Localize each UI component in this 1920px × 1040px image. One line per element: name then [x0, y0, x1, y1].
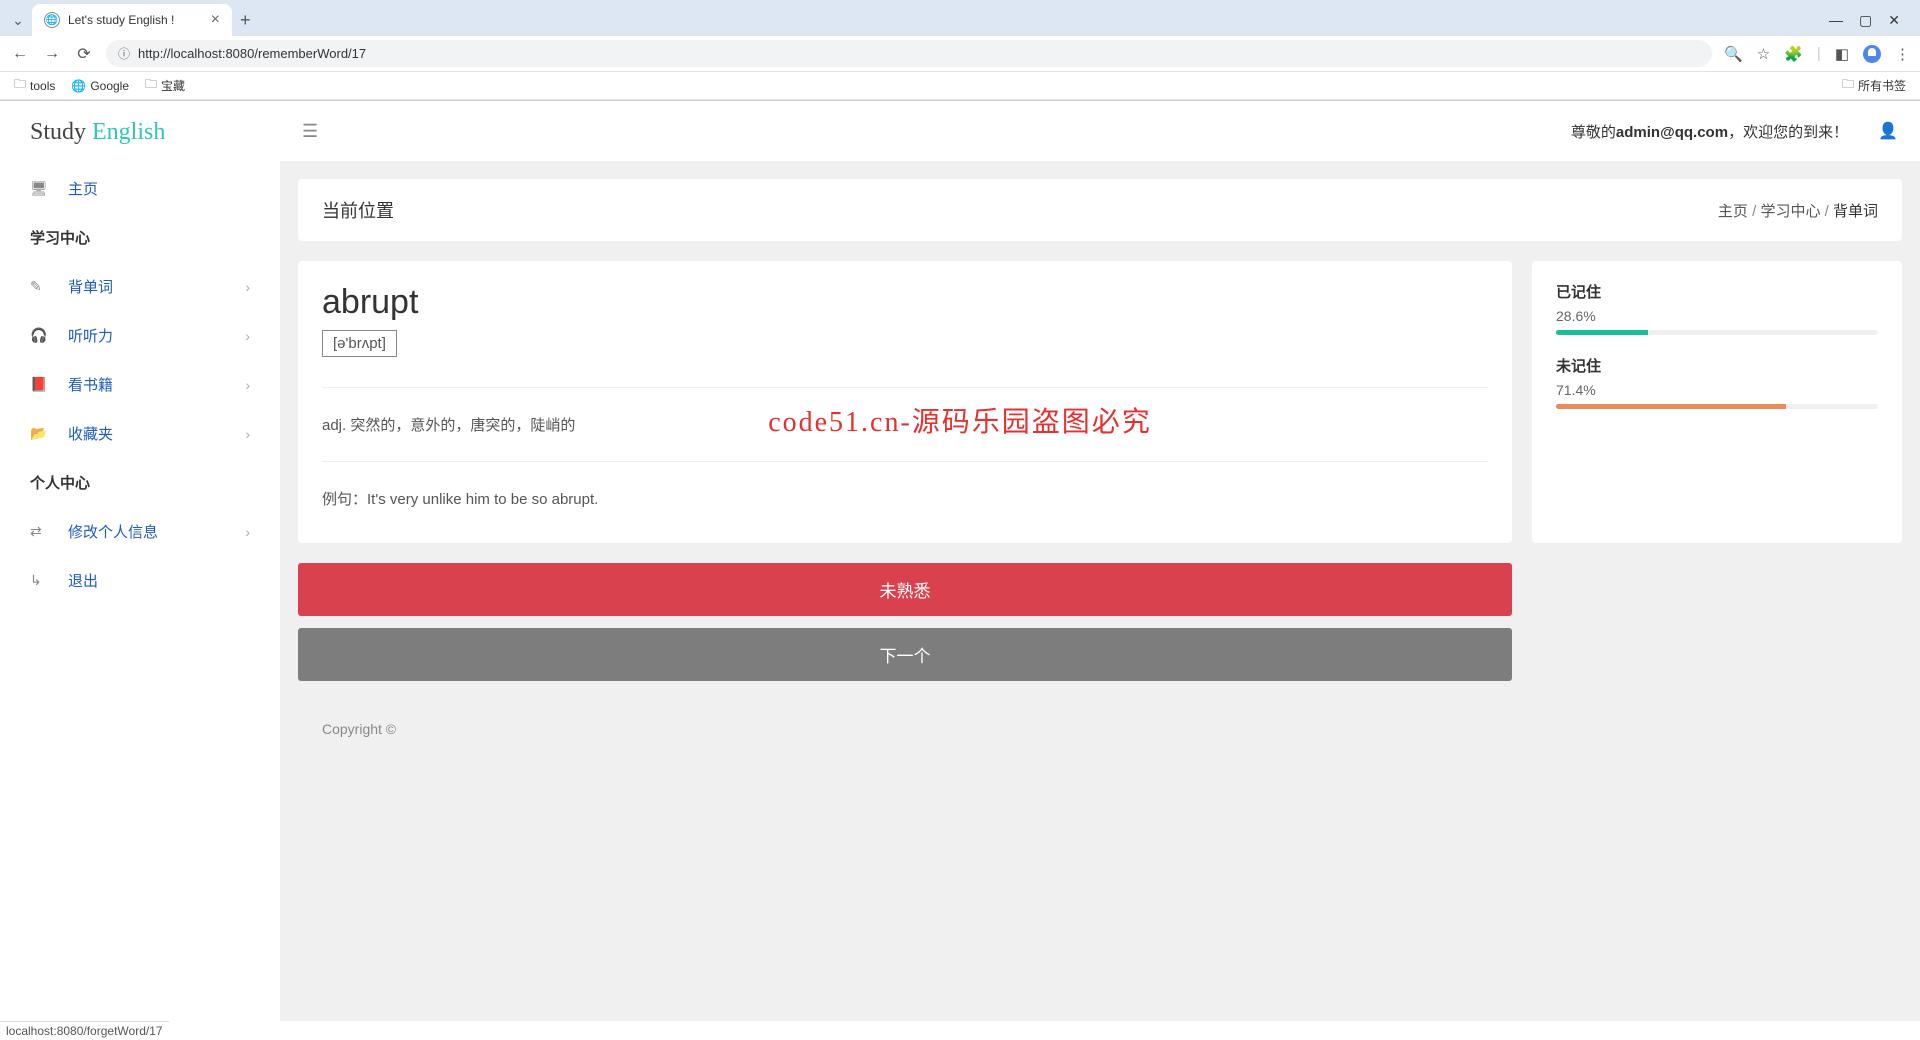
tab-dropdown-icon[interactable]: ⌄: [8, 10, 28, 30]
logo: Study English: [0, 119, 280, 164]
maximize-icon[interactable]: ▢: [1859, 12, 1872, 29]
app-root: Study English 🖥 主页 学习中心 ✎ 背单词 › 🎧 听听力 › …: [0, 101, 1920, 1021]
topbar: ☰ 尊敬的admin@qq.com，欢迎您的到来！ 👤: [280, 101, 1920, 161]
globe-icon: 🌐: [71, 79, 86, 93]
new-tab-button[interactable]: +: [240, 10, 251, 31]
window-controls: — ▢ ✕: [1829, 12, 1912, 29]
divider-icon: |: [1817, 45, 1821, 62]
next-button[interactable]: 下一个: [298, 628, 1512, 681]
word-title: abrupt: [322, 283, 1488, 322]
stat-value: 28.6%: [1556, 308, 1878, 324]
status-bar: localhost:8080/forgetWord/17: [0, 1021, 169, 1040]
chevron-right-icon: ›: [245, 426, 250, 442]
globe-icon: 🌐: [44, 12, 60, 28]
laptop-icon: 🖥: [30, 180, 48, 197]
sidebar-item-logout[interactable]: ↳ 退出: [0, 556, 280, 605]
chevron-right-icon: ›: [245, 524, 250, 540]
breadcrumb-card: 当前位置 主页 / 学习中心 / 背单词: [298, 179, 1902, 241]
sidebar-item-edit-profile[interactable]: ⇄ 修改个人信息 ›: [0, 507, 280, 556]
stat-not-remembered: 未记住 71.4%: [1556, 355, 1878, 409]
star-icon[interactable]: ☆: [1757, 45, 1770, 63]
sidepanel-icon[interactable]: ◧: [1835, 45, 1849, 63]
back-icon[interactable]: ←: [10, 45, 30, 63]
content: 当前位置 主页 / 学习中心 / 背单词 abrupt [ə'brʌpt] ad…: [280, 161, 1920, 1021]
url-input[interactable]: ⓘ http://localhost:8080/rememberWord/17: [106, 40, 1712, 67]
minimize-icon[interactable]: —: [1829, 12, 1843, 29]
bookmarks-bar: 🗀tools 🌐Google 🗀宝藏 🗀所有书签: [0, 72, 1920, 100]
extensions-icon[interactable]: 🧩: [1784, 45, 1803, 63]
sidebar-item-home[interactable]: 🖥 主页: [0, 164, 280, 213]
example: 例句：It's very unlike him to be so abrupt.: [322, 476, 1488, 521]
stat-label: 未记住: [1556, 355, 1878, 376]
location-label: 当前位置: [322, 197, 394, 223]
sidebar-section-personal: 个人中心: [0, 458, 280, 507]
chevron-right-icon: ›: [245, 328, 250, 344]
stat-label: 已记住: [1556, 281, 1878, 302]
breadcrumb: 主页 / 学习中心 / 背单词: [1718, 200, 1878, 221]
welcome-text: 尊敬的admin@qq.com，欢迎您的到来！: [1571, 121, 1848, 142]
all-bookmarks[interactable]: 🗀所有书签: [1842, 75, 1906, 96]
swap-icon: ⇄: [30, 523, 48, 540]
folder-open-icon: 📂: [30, 425, 48, 442]
headphones-icon: 🎧: [30, 327, 48, 344]
stat-value: 71.4%: [1556, 382, 1878, 398]
unfamiliar-button[interactable]: 未熟悉: [298, 563, 1512, 616]
reload-icon[interactable]: ⟳: [74, 44, 94, 64]
progress-fill: [1556, 404, 1786, 409]
forward-icon[interactable]: →: [42, 45, 62, 63]
sidebar-item-books[interactable]: 📕 看书籍 ›: [0, 360, 280, 409]
word-card: abrupt [ə'brʌpt] adj. 突然的，意外的，唐突的，陡峭的 例句…: [298, 261, 1512, 543]
progress-bar-not-remembered: [1556, 404, 1878, 409]
profile-icon[interactable]: [1863, 45, 1881, 63]
bookmark-baozang[interactable]: 🗀宝藏: [145, 75, 185, 96]
logout-icon: ↳: [30, 572, 48, 589]
address-bar: ← → ⟳ ⓘ http://localhost:8080/rememberWo…: [0, 36, 1920, 72]
progress-fill: [1556, 330, 1648, 335]
divider: [322, 461, 1488, 462]
definition: adj. 突然的，意外的，唐突的，陡峭的: [322, 402, 1488, 447]
book-icon: 📕: [30, 376, 48, 393]
close-window-icon[interactable]: ✕: [1888, 12, 1900, 29]
browser-tab[interactable]: 🌐 Let's study English ! ×: [32, 4, 232, 36]
progress-bar-remembered: [1556, 330, 1878, 335]
breadcrumb-current: 背单词: [1833, 203, 1878, 220]
breadcrumb-home[interactable]: 主页: [1718, 203, 1748, 220]
close-icon[interactable]: ×: [211, 12, 220, 28]
pronunciation[interactable]: [ə'brʌpt]: [322, 330, 397, 357]
main-area: ☰ 尊敬的admin@qq.com，欢迎您的到来！ 👤 当前位置 主页 / 学习…: [280, 101, 1920, 1021]
footer: Copyright ©: [298, 681, 1902, 757]
folder-icon: 🗀: [145, 75, 157, 96]
action-buttons: 未熟悉 下一个: [298, 563, 1512, 681]
sidebar: Study English 🖥 主页 学习中心 ✎ 背单词 › 🎧 听听力 › …: [0, 101, 280, 1021]
edit-icon: ✎: [30, 278, 48, 295]
menu-icon[interactable]: ⋮: [1895, 45, 1910, 63]
stat-remembered: 已记住 28.6%: [1556, 281, 1878, 335]
chevron-right-icon: ›: [245, 377, 250, 393]
user-icon[interactable]: 👤: [1878, 121, 1898, 141]
zoom-icon[interactable]: 🔍: [1724, 45, 1743, 63]
tab-title: Let's study English !: [68, 13, 203, 27]
sidebar-item-listening[interactable]: 🎧 听听力 ›: [0, 311, 280, 360]
sidebar-item-vocab[interactable]: ✎ 背单词 ›: [0, 262, 280, 311]
bookmark-tools[interactable]: 🗀tools: [14, 75, 55, 96]
tab-bar: ⌄ 🌐 Let's study English ! × + — ▢ ✕: [0, 0, 1920, 36]
folder-icon: 🗀: [1842, 75, 1854, 96]
site-info-icon[interactable]: ⓘ: [118, 45, 130, 62]
divider: [322, 387, 1488, 388]
stats-card: 已记住 28.6% 未记住 71.4%: [1532, 261, 1902, 543]
url-text: http://localhost:8080/rememberWord/17: [138, 46, 366, 61]
hamburger-icon[interactable]: ☰: [302, 121, 318, 142]
sidebar-section-study: 学习中心: [0, 213, 280, 262]
bookmark-google[interactable]: 🌐Google: [71, 79, 129, 93]
chevron-right-icon: ›: [245, 279, 250, 295]
breadcrumb-study[interactable]: 学习中心: [1760, 203, 1820, 220]
browser-chrome: ⌄ 🌐 Let's study English ! × + — ▢ ✕ ← → …: [0, 0, 1920, 101]
folder-icon: 🗀: [14, 75, 26, 96]
sidebar-item-favorites[interactable]: 📂 收藏夹 ›: [0, 409, 280, 458]
